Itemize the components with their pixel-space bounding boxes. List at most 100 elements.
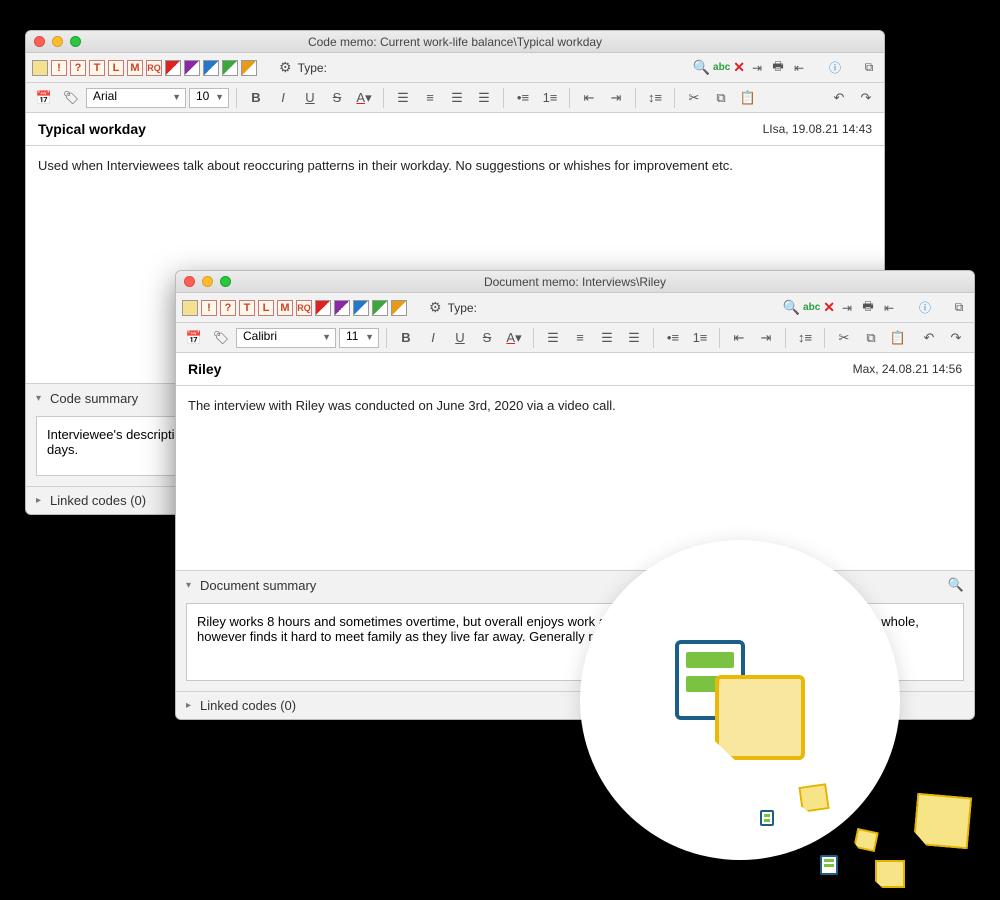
italic-button[interactable]: I <box>271 87 295 109</box>
type-label: Type: <box>298 61 327 75</box>
paste-button[interactable]: 📋 <box>886 327 910 349</box>
memo-type-l[interactable]: L <box>108 60 124 76</box>
delete-icon[interactable]: ✕ <box>733 59 745 76</box>
align-justify-button[interactable]: ☰ <box>472 87 496 109</box>
undo-button[interactable]: ↶ <box>917 327 941 349</box>
indent-button[interactable]: ⇥ <box>754 327 778 349</box>
memo-color-orange[interactable] <box>241 60 257 76</box>
delete-icon[interactable]: ✕ <box>823 299 835 316</box>
align-right-button[interactable]: ☰ <box>595 327 619 349</box>
memo-color-orange[interactable] <box>391 300 407 316</box>
info-icon[interactable]: ⓘ <box>916 299 934 317</box>
tag-icon[interactable]: 🏷 <box>59 87 83 109</box>
memo-type-m[interactable]: M <box>277 300 293 316</box>
font-color-button[interactable]: A▾ <box>502 327 526 349</box>
copy-button[interactable]: ⧉ <box>709 87 733 109</box>
print-icon[interactable]: 🖶 <box>859 299 877 317</box>
font-select[interactable]: Calibri ▼ <box>236 328 336 348</box>
font-color-button[interactable]: A▾ <box>352 87 376 109</box>
cut-button[interactable]: ✂ <box>832 327 856 349</box>
memo-type-t[interactable]: T <box>89 60 105 76</box>
memo-color-green[interactable] <box>222 60 238 76</box>
memo-type-question[interactable]: ? <box>70 60 86 76</box>
strikethrough-button[interactable]: S <box>325 87 349 109</box>
underline-button[interactable]: U <box>448 327 472 349</box>
line-spacing-button[interactable]: ↕≡ <box>643 87 667 109</box>
font-size-select[interactable]: 11 ▼ <box>339 328 379 348</box>
print-icon[interactable]: 🖶 <box>769 59 787 77</box>
memo-color-blue[interactable] <box>353 300 369 316</box>
outdent-button[interactable]: ⇤ <box>727 327 751 349</box>
font-select[interactable]: Arial ▼ <box>86 88 186 108</box>
redo-button[interactable]: ↷ <box>854 87 878 109</box>
memo-type-exclaim[interactable]: ! <box>201 300 217 316</box>
settings-icon[interactable]: ⚙ <box>279 59 292 76</box>
memo-color-red[interactable] <box>315 300 331 316</box>
minimize-window-button[interactable] <box>202 276 213 287</box>
align-left-button[interactable]: ☰ <box>391 87 415 109</box>
search-icon[interactable]: 🔍 <box>948 577 964 593</box>
section-title: Document summary <box>200 578 316 593</box>
undo-button[interactable]: ↶ <box>827 87 851 109</box>
memo-color-purple[interactable] <box>184 60 200 76</box>
bold-button[interactable]: B <box>244 87 268 109</box>
bold-button[interactable]: B <box>394 327 418 349</box>
memo-color-red[interactable] <box>165 60 181 76</box>
import-icon[interactable]: ⇥ <box>748 59 766 77</box>
memo-type-rq[interactable]: RQ <box>146 60 162 76</box>
memo-body[interactable]: The interview with Riley was conducted o… <box>176 386 974 570</box>
sticky-note-icon <box>853 828 879 852</box>
maximize-window-button[interactable] <box>220 276 231 287</box>
close-window-button[interactable] <box>34 36 45 47</box>
chevron-down-icon: ▾ <box>36 393 50 404</box>
align-center-button[interactable]: ≡ <box>418 87 442 109</box>
align-left-button[interactable]: ☰ <box>541 327 565 349</box>
memo-type-rq[interactable]: RQ <box>296 300 312 316</box>
strikethrough-button[interactable]: S <box>475 327 499 349</box>
align-center-button[interactable]: ≡ <box>568 327 592 349</box>
list-bullet-button[interactable]: •≡ <box>511 87 535 109</box>
redo-button[interactable]: ↷ <box>944 327 968 349</box>
indent-button[interactable]: ⇥ <box>604 87 628 109</box>
export-icon[interactable]: ⇤ <box>880 299 898 317</box>
copy-button[interactable]: ⧉ <box>859 327 883 349</box>
cut-button[interactable]: ✂ <box>682 87 706 109</box>
font-size-select[interactable]: 10 ▼ <box>189 88 229 108</box>
memo-color-yellow[interactable] <box>32 60 48 76</box>
list-number-button[interactable]: 1≡ <box>688 327 712 349</box>
close-window-button[interactable] <box>184 276 195 287</box>
date-icon[interactable]: 📅 <box>32 87 56 109</box>
export-icon[interactable]: ⇤ <box>790 59 808 77</box>
list-bullet-button[interactable]: •≡ <box>661 327 685 349</box>
info-icon[interactable]: ⓘ <box>826 59 844 77</box>
maximize-window-button[interactable] <box>70 36 81 47</box>
spellcheck-icon[interactable]: abc <box>803 302 820 313</box>
spellcheck-icon[interactable]: abc <box>713 62 730 73</box>
date-icon[interactable]: 📅 <box>182 327 206 349</box>
search-icon[interactable]: 🔍 <box>783 299 800 316</box>
memo-color-green[interactable] <box>372 300 388 316</box>
memo-type-exclaim[interactable]: ! <box>51 60 67 76</box>
memo-type-m[interactable]: M <box>127 60 143 76</box>
import-icon[interactable]: ⇥ <box>838 299 856 317</box>
memo-color-purple[interactable] <box>334 300 350 316</box>
search-icon[interactable]: 🔍 <box>693 59 710 76</box>
italic-button[interactable]: I <box>421 327 445 349</box>
tag-icon[interactable]: 🏷 <box>209 327 233 349</box>
underline-button[interactable]: U <box>298 87 322 109</box>
list-number-button[interactable]: 1≡ <box>538 87 562 109</box>
memo-color-blue[interactable] <box>203 60 219 76</box>
window-icon[interactable]: ⧉ <box>860 59 878 77</box>
window-icon[interactable]: ⧉ <box>950 299 968 317</box>
line-spacing-button[interactable]: ↕≡ <box>793 327 817 349</box>
memo-type-t[interactable]: T <box>239 300 255 316</box>
align-justify-button[interactable]: ☰ <box>622 327 646 349</box>
align-right-button[interactable]: ☰ <box>445 87 469 109</box>
outdent-button[interactable]: ⇤ <box>577 87 601 109</box>
memo-type-question[interactable]: ? <box>220 300 236 316</box>
memo-color-yellow[interactable] <box>182 300 198 316</box>
minimize-window-button[interactable] <box>52 36 63 47</box>
memo-type-l[interactable]: L <box>258 300 274 316</box>
settings-icon[interactable]: ⚙ <box>429 299 442 316</box>
paste-button[interactable]: 📋 <box>736 87 760 109</box>
